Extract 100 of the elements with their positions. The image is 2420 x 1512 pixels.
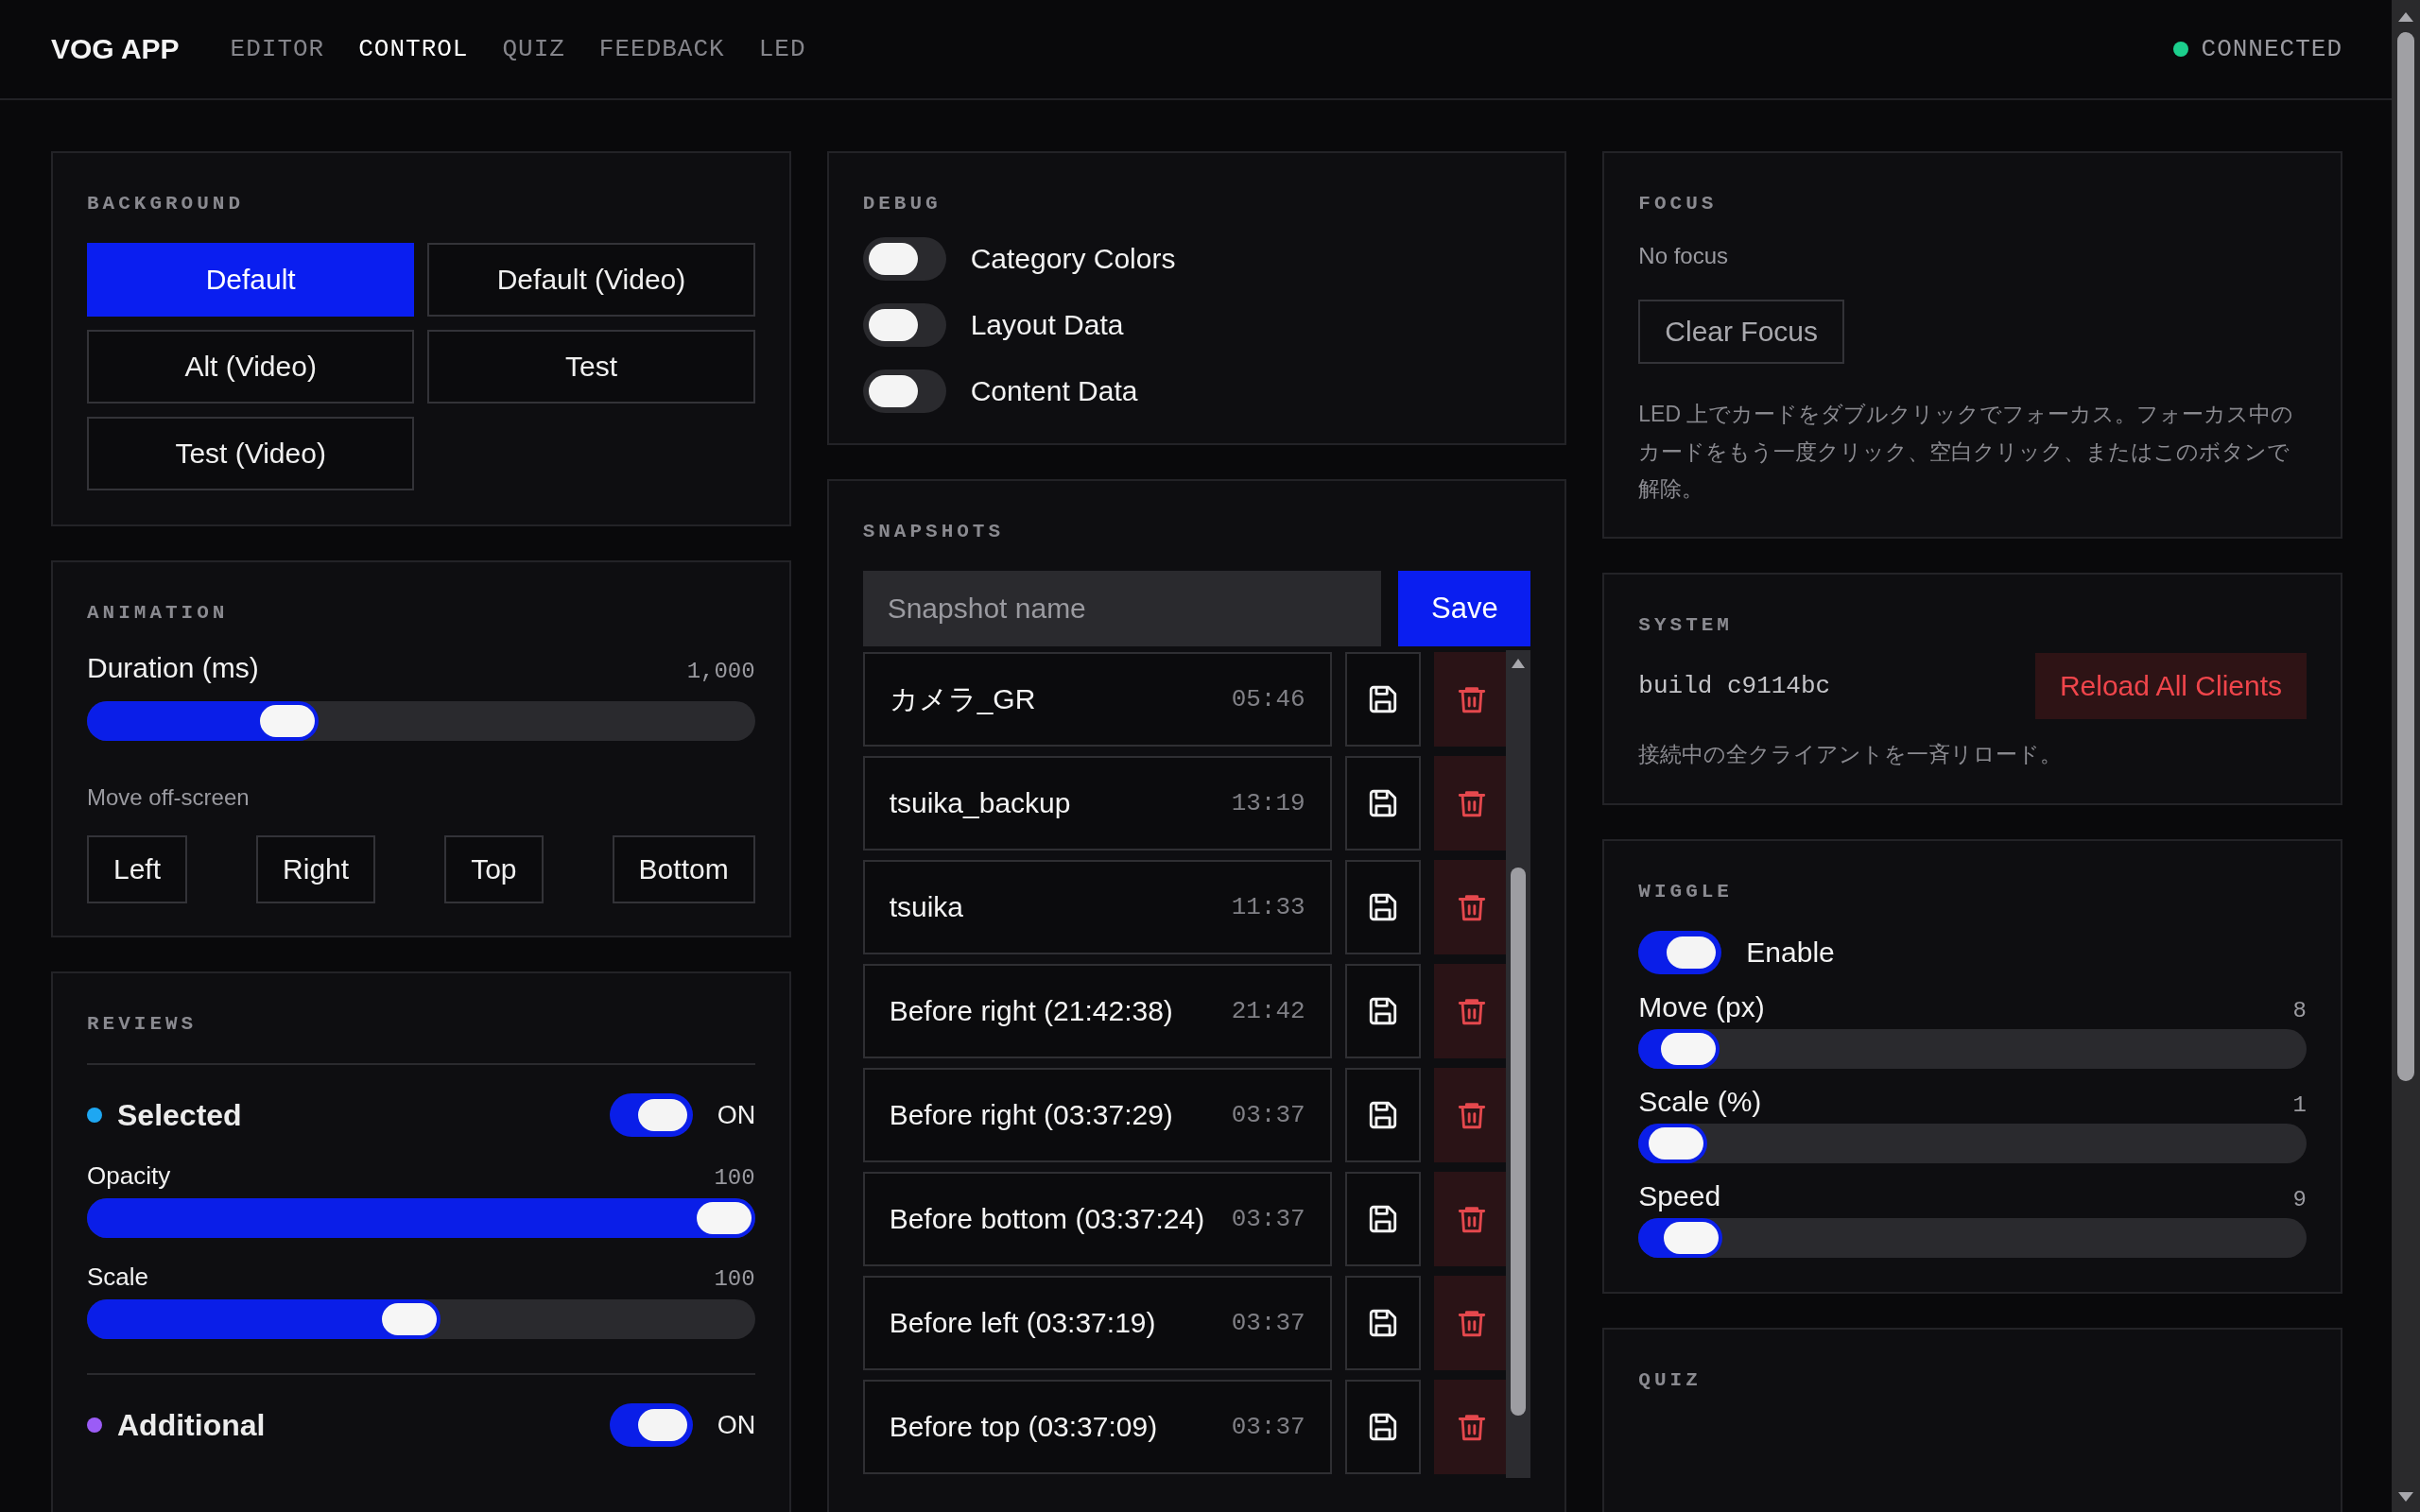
save-snapshot-button[interactable] [1344, 964, 1421, 1058]
slider-track[interactable] [87, 701, 755, 741]
slider-value: 100 [714, 1266, 755, 1292]
snapshot-item[interactable]: Before left (03:37:19) 03:37 [862, 1276, 1332, 1370]
slider-track[interactable] [87, 1299, 755, 1339]
slider-label: Scale [87, 1263, 149, 1292]
snapshot-time: 11:33 [1231, 893, 1305, 921]
slider-track[interactable] [87, 1198, 755, 1238]
snapshot-name: tsuika_backup [889, 787, 1072, 819]
save-snapshot-button[interactable] [1344, 1068, 1421, 1162]
snapshot-name: Before top (03:37:09) [889, 1411, 1159, 1443]
toggle-switch[interactable] [862, 303, 946, 347]
toggle-label: Layout Data [970, 309, 1124, 341]
snapshot-item[interactable]: Before top (03:37:09) 03:37 [862, 1380, 1332, 1474]
toggle-switch[interactable] [609, 1093, 693, 1137]
background-option[interactable]: Test [427, 330, 755, 404]
scroll-up-icon[interactable] [2397, 11, 2414, 23]
panel-title: SNAPSHOTS [862, 521, 1005, 542]
slider-track[interactable] [1638, 1217, 2307, 1258]
toggle-switch[interactable] [862, 237, 946, 281]
group-name: Selected [117, 1097, 243, 1133]
slider-value: 1 [2292, 1091, 2307, 1118]
toggle-switch[interactable] [609, 1403, 693, 1447]
snapshot-time: 21:42 [1231, 997, 1305, 1025]
slider-thumb[interactable] [260, 705, 316, 737]
save-snapshot-button[interactable] [1344, 1172, 1421, 1266]
snapshot-item[interactable]: tsuika 11:33 [862, 860, 1332, 954]
app-title: VOG APP [51, 33, 180, 65]
save-button[interactable]: Save [1398, 571, 1531, 646]
slider-label: Move (px) [1638, 990, 1765, 1023]
panel-title: SYSTEM [1638, 613, 1733, 636]
background-option[interactable]: Test (Video) [87, 417, 415, 490]
toggle-label: Category Colors [970, 243, 1176, 275]
panel-title: WIGGLE [1638, 880, 1733, 902]
slider-track[interactable] [1638, 1028, 2307, 1069]
snapshot-name: Before bottom (03:37:24) [889, 1203, 1206, 1235]
move-button[interactable]: Right [256, 835, 376, 903]
snapshot-name: Before left (03:37:19) [889, 1307, 1157, 1339]
snapshot-time: 03:37 [1231, 1309, 1305, 1337]
snapshot-item[interactable]: カメラ_GR 05:46 [862, 652, 1332, 747]
snapshot-item[interactable]: Before bottom (03:37:24) 03:37 [862, 1172, 1332, 1266]
snapshot-time: 03:37 [1231, 1101, 1305, 1129]
scroll-down-icon[interactable] [2397, 1491, 2414, 1503]
save-snapshot-button[interactable] [1344, 1380, 1421, 1474]
nav-tab[interactable]: EDITOR [230, 35, 325, 63]
focus-status: No focus [1638, 243, 1729, 269]
clear-focus-button[interactable]: Clear Focus [1638, 300, 1845, 364]
toggle-switch[interactable] [1638, 930, 1722, 974]
snapshot-time: 03:37 [1231, 1205, 1305, 1233]
slider-label: Duration (ms) [87, 652, 259, 684]
background-option[interactable]: Alt (Video) [87, 330, 415, 404]
panel-title: ANIMATION [87, 602, 229, 624]
toggle-label: Content Data [970, 375, 1138, 407]
slider-value: 8 [2292, 997, 2307, 1023]
slider-label: Opacity [87, 1161, 171, 1191]
save-snapshot-button[interactable] [1344, 652, 1421, 747]
slider-label: Speed [1638, 1179, 1721, 1212]
snapshot-name: カメラ_GR [889, 681, 1037, 716]
connection-status: CONNECTED [2201, 35, 2342, 63]
group-name: Additional [117, 1407, 267, 1443]
save-snapshot-button[interactable] [1344, 860, 1421, 954]
snapshot-item[interactable]: tsuika_backup 13:19 [862, 756, 1332, 850]
help-text: 接続中の全クライアントを一斉リロード。 [1638, 740, 2064, 768]
save-snapshot-button[interactable] [1344, 756, 1421, 850]
toggle-state: ON [717, 1410, 755, 1440]
snapshot-time: 05:46 [1231, 685, 1305, 713]
save-snapshot-button[interactable] [1344, 1276, 1421, 1370]
snapshot-time: 03:37 [1231, 1413, 1305, 1441]
scroll-up-icon[interactable] [1511, 658, 1527, 669]
toggle-state: ON [717, 1100, 755, 1130]
build-label: build c9114bc [1638, 671, 1831, 700]
snapshot-name: tsuika [889, 891, 965, 923]
toggle-label: Enable [1746, 936, 1835, 969]
slider-value: 1,000 [686, 659, 755, 684]
panel-title: BACKGROUND [87, 193, 245, 215]
move-button[interactable]: Top [444, 835, 544, 903]
move-button[interactable]: Bottom [612, 835, 755, 903]
snapshot-time: 13:19 [1231, 789, 1305, 817]
nav-tab[interactable]: LED [758, 35, 806, 63]
panel-title: FOCUS [1638, 193, 1718, 215]
snapshot-item[interactable]: Before right (21:42:38) 21:42 [862, 964, 1332, 1058]
scrollbar[interactable] [1506, 650, 1531, 1478]
nav-tab[interactable]: QUIZ [502, 35, 565, 63]
background-option[interactable]: Default [87, 243, 415, 317]
panel-title: QUIZ [1638, 1368, 1702, 1391]
nav-tab[interactable]: FEEDBACK [598, 35, 725, 63]
background-option[interactable]: Default (Video) [427, 243, 755, 317]
toggle-switch[interactable] [862, 369, 946, 413]
panel-title: REVIEWS [87, 1013, 198, 1035]
move-button[interactable]: Left [87, 835, 188, 903]
page-scrollbar[interactable] [2392, 0, 2420, 1512]
slider-track[interactable] [1638, 1123, 2307, 1163]
help-text: LED 上でカードをダブルクリックでフォーカス。フォーカス中のカードをもう一度クリック、空白クリック、またはこのボタンで解除。 [1638, 401, 2295, 504]
slider-value: 100 [714, 1165, 755, 1191]
snapshot-name-field[interactable]: Snapshot name [862, 571, 1382, 646]
reload-button[interactable]: Reload All Clients [2034, 652, 2307, 719]
panel-title: DEBUG [862, 193, 942, 215]
snapshot-item[interactable]: Before right (03:37:29) 03:37 [862, 1068, 1332, 1162]
section-label: Move off-screen [87, 784, 250, 811]
nav-tab[interactable]: CONTROL [358, 35, 469, 63]
